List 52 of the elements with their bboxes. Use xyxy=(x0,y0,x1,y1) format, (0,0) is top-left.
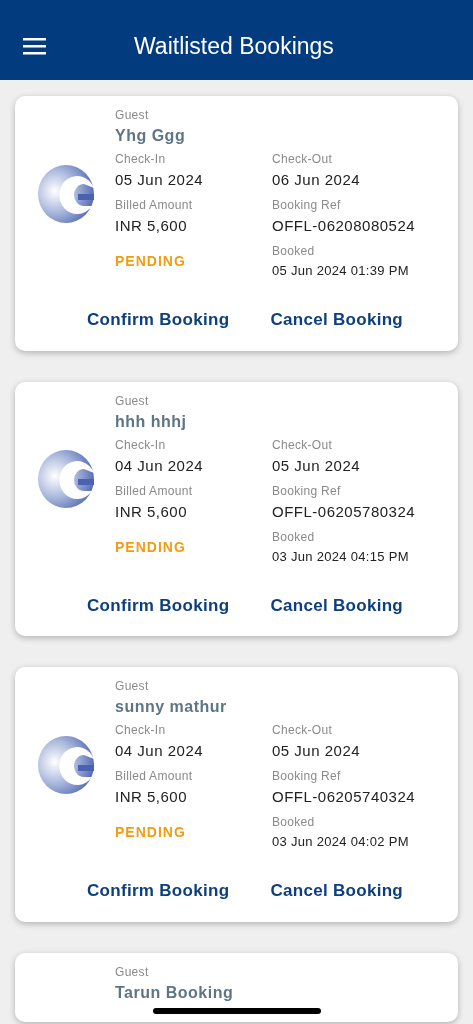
field-value: OFFL-06205740324 xyxy=(272,787,417,807)
status-label: PENDING xyxy=(115,252,186,271)
field-value: 05 Jun 2024 01:39 PM xyxy=(272,262,410,280)
field-label: Check-In xyxy=(115,722,167,738)
status-label: PENDING xyxy=(115,823,186,842)
field-label: Booking Ref xyxy=(272,768,342,784)
confirm-button[interactable]: Confirm Booking xyxy=(87,307,230,333)
field-value: sunny mathur xyxy=(115,697,228,717)
field-label: Booking Ref xyxy=(272,482,342,499)
field-value: INR 5,600 xyxy=(115,216,189,236)
field-value: 05 Jun 2024 xyxy=(272,741,362,761)
field-label: Guest xyxy=(115,963,150,980)
field-label: Booked xyxy=(272,243,316,259)
field-label: Billed Amount xyxy=(115,197,194,213)
field-value: 05 Jun 2024 xyxy=(272,455,362,476)
field-label: Check-In xyxy=(115,436,167,453)
field-label: Booked xyxy=(272,814,316,830)
field-value: INR 5,600 xyxy=(115,501,189,522)
field-label: Guest xyxy=(115,107,150,123)
cancel-button[interactable]: Cancel Booking xyxy=(270,878,404,904)
field-label: Billed Amount xyxy=(115,482,194,499)
field-value: 04 Jun 2024 xyxy=(115,455,205,476)
cancel-button[interactable]: Cancel Booking xyxy=(270,592,404,618)
field-label: Booking Ref xyxy=(272,197,342,213)
field-value: OFFL-06205780324 xyxy=(272,501,417,522)
field-value: INR 5,600 xyxy=(115,787,189,807)
field-value: 05 Jun 2024 xyxy=(115,170,205,190)
field-label: Check-Out xyxy=(272,151,334,167)
field-value: OFFL-06208080524 xyxy=(272,216,417,236)
field-value: 04 Jun 2024 xyxy=(115,741,205,761)
field-label: Guest xyxy=(115,678,150,694)
field-value: hhh hhhj xyxy=(115,411,188,432)
page-title: Waitlisted Bookings xyxy=(134,31,334,61)
logo-icon xyxy=(38,163,94,224)
field-label: Check-In xyxy=(115,151,167,167)
confirm-button[interactable]: Confirm Booking xyxy=(87,592,230,618)
field-value: 03 Jun 2024 04:02 PM xyxy=(272,833,410,851)
logo-icon xyxy=(38,449,94,509)
logo-icon xyxy=(38,734,94,795)
field-label: Check-Out xyxy=(272,436,334,453)
confirm-button[interactable]: Confirm Booking xyxy=(87,878,230,904)
status-label: PENDING xyxy=(115,537,186,557)
field-value: 06 Jun 2024 xyxy=(272,170,362,190)
field-value: 03 Jun 2024 04:15 PM xyxy=(272,547,410,566)
field-value: Tarun Booking xyxy=(115,982,235,1003)
field-value: Yhg Ggg xyxy=(115,126,187,146)
menu-icon[interactable] xyxy=(23,37,46,55)
field-label: Booked xyxy=(272,528,316,545)
field-label: Billed Amount xyxy=(115,768,194,784)
field-label: Check-Out xyxy=(272,722,334,738)
cancel-button[interactable]: Cancel Booking xyxy=(270,307,404,333)
field-label: Guest xyxy=(115,392,150,409)
